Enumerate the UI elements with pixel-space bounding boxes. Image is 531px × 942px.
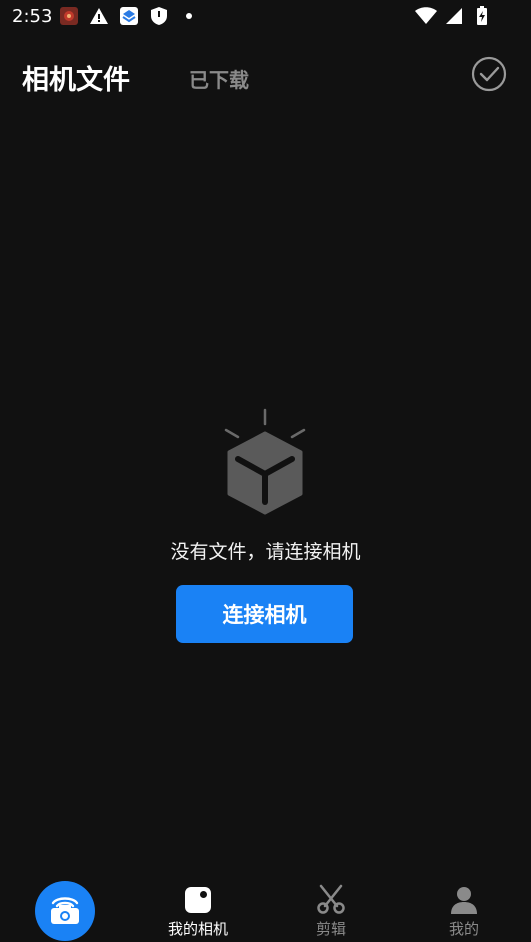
empty-box-icon bbox=[224, 408, 306, 516]
nav-me[interactable]: 我的 bbox=[419, 884, 509, 939]
status-bar: 2:53 bbox=[0, 0, 531, 32]
person-icon bbox=[419, 884, 509, 914]
wifi-icon bbox=[415, 5, 437, 27]
tab-camera-files[interactable]: 相机文件 bbox=[22, 58, 130, 97]
scissors-icon bbox=[286, 884, 376, 914]
battery-charging-icon bbox=[471, 5, 493, 27]
nav-edit[interactable]: 剪辑 bbox=[286, 884, 376, 939]
check-circle-icon[interactable] bbox=[471, 56, 507, 92]
nav-label: 我的 bbox=[448, 920, 479, 938]
nav-my-camera[interactable]: 我的相机 bbox=[153, 884, 243, 939]
nav-label: 我的相机 bbox=[167, 920, 228, 938]
my-camera-icon bbox=[153, 884, 243, 914]
camera-connect-icon bbox=[47, 893, 83, 929]
header: 相机文件 已下载 bbox=[0, 50, 531, 102]
signal-icon bbox=[443, 5, 465, 27]
bottom-nav: 我的相机 剪辑 我的 bbox=[0, 872, 531, 942]
status-time: 2:53 bbox=[12, 6, 53, 27]
app-notification-icon bbox=[58, 5, 80, 27]
empty-message: 没有文件，请连接相机 bbox=[170, 541, 361, 563]
tab-downloaded[interactable]: 已下载 bbox=[189, 64, 249, 93]
warning-icon bbox=[88, 5, 110, 27]
dot-icon bbox=[178, 5, 200, 27]
layers-app-icon bbox=[118, 5, 140, 27]
nav-label: 剪辑 bbox=[315, 920, 346, 938]
shield-icon bbox=[148, 5, 170, 27]
connect-camera-button[interactable]: 连接相机 bbox=[176, 585, 353, 643]
camera-connect-button[interactable] bbox=[35, 881, 95, 941]
